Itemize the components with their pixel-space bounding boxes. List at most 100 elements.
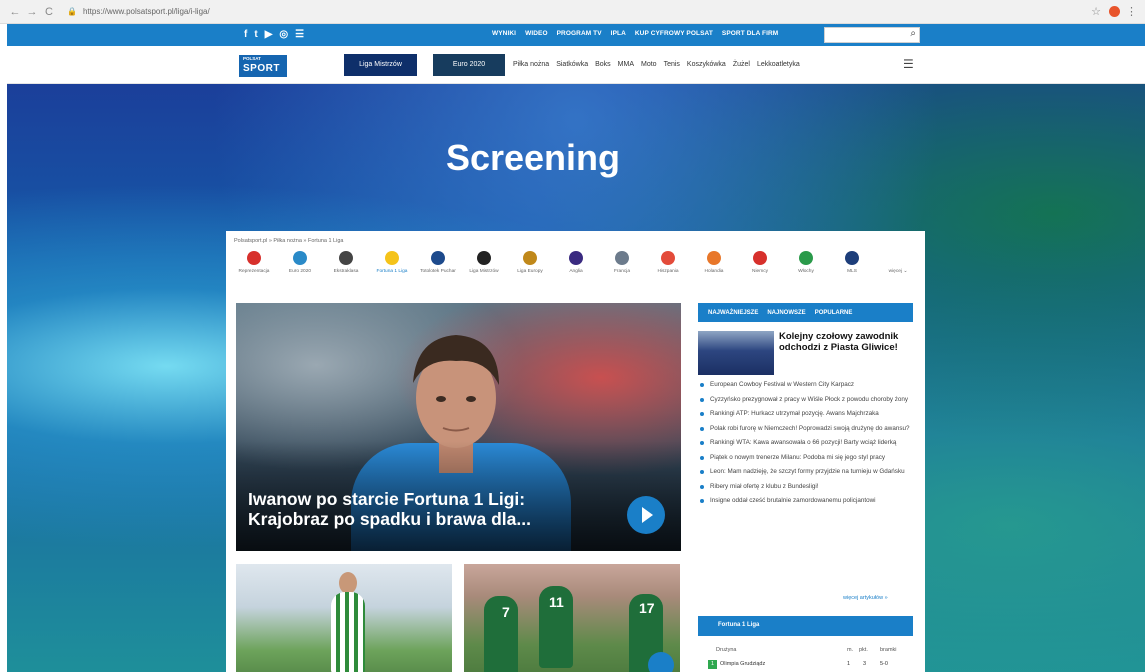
league-logo-icon bbox=[845, 251, 859, 265]
more-articles-link[interactable]: więcej artykułów » bbox=[843, 595, 888, 601]
news-headline[interactable]: Polak robi furorę w Niemczech! Poprowadz… bbox=[710, 425, 910, 432]
league-item[interactable]: Holandia bbox=[694, 251, 734, 285]
page-preview-panel: Polsatsport.pl » Piłka nożna » Fortuna 1… bbox=[226, 231, 925, 672]
column-points: pkt. bbox=[859, 647, 868, 653]
league-nav: Reprezentacja Euro 2020 Ekstraklasa Fortuna… bbox=[234, 251, 918, 285]
hero-headline: Screening bbox=[445, 137, 621, 178]
league-item[interactable]: Liga Europy bbox=[510, 251, 550, 285]
featured-article-title[interactable]: Kolejny czołowy zawodnik odchodzi z Pias… bbox=[779, 331, 909, 353]
hamburger-menu-icon[interactable]: ☰ bbox=[903, 57, 914, 71]
news-headline[interactable]: Rankingi WTA: Kawa awansowała o 66 pozyc… bbox=[710, 439, 896, 446]
facebook-icon[interactable]: f bbox=[244, 28, 247, 42]
news-headline[interactable]: Piątek o nowym trenerze Milanu: Podoba m… bbox=[710, 454, 885, 461]
nav-link-koszykowka[interactable]: Koszykówka bbox=[687, 61, 726, 68]
list-item[interactable]: Polak robi furorę w Niemczech! Poprowadz… bbox=[698, 425, 913, 433]
news-headline[interactable]: Insigne oddał cześć brutalnie zamordowan… bbox=[710, 497, 876, 504]
bullet-icon bbox=[700, 499, 704, 503]
top-link-sport-dla-firm[interactable]: SPORT DLA FIRM bbox=[722, 30, 778, 37]
article-thumbnail[interactable]: 7 11 17 bbox=[464, 564, 680, 672]
news-headline[interactable]: Rankingi ATP: Hurkacz utrzymał pozycję. … bbox=[710, 410, 879, 417]
address-bar[interactable]: 🔒 https://www.polsatsport.pl/liga/i-liga… bbox=[67, 4, 1091, 20]
news-headline[interactable]: Cyzzyńsko prezygnował z pracy w Wiśle Pł… bbox=[710, 396, 908, 403]
league-table-title[interactable]: Fortuna 1 Liga bbox=[718, 622, 759, 628]
list-item[interactable]: Insigne oddał cześć brutalnie zamordowan… bbox=[698, 497, 913, 505]
search-input[interactable]: ⌕ bbox=[824, 27, 920, 43]
shirt-number: 17 bbox=[639, 600, 655, 616]
news-headline[interactable]: Ribery miał ofertę z klubu z Bundesligi! bbox=[710, 483, 819, 490]
play-video-icon[interactable] bbox=[627, 496, 665, 534]
tab-najnowsze[interactable]: NAJNOWSZE bbox=[767, 310, 805, 316]
euro-2020-button[interactable]: Euro 2020 bbox=[433, 54, 505, 76]
top-link-wideo[interactable]: WIDEO bbox=[525, 30, 548, 37]
league-item[interactable]: Liga Mistrzów bbox=[464, 251, 504, 285]
league-item[interactable]: Anglia bbox=[556, 251, 596, 285]
league-item[interactable]: Niemcy bbox=[740, 251, 780, 285]
bookmark-star-icon[interactable]: ☆ bbox=[1091, 5, 1101, 18]
table-row[interactable]: 1 Olimpia Grudziądz 1 3 5-0 bbox=[698, 660, 913, 672]
tab-popularne[interactable]: POPULARNE bbox=[815, 310, 853, 316]
nav-link-lekkoatletyka[interactable]: Lekkoatletyka bbox=[757, 61, 800, 68]
breadcrumb[interactable]: Polsatsport.pl » Piłka nożna » Fortuna 1… bbox=[234, 238, 343, 244]
league-item[interactable]: Włochy bbox=[786, 251, 826, 285]
league-item[interactable]: Totolotek Puchar bbox=[418, 251, 458, 285]
featured-article[interactable]: Kolejny czołowy zawodnik odchodzi z Pias… bbox=[698, 331, 913, 377]
list-item[interactable]: Rankingi ATP: Hurkacz utrzymał pozycję. … bbox=[698, 410, 913, 418]
bullet-icon bbox=[700, 426, 704, 431]
top-link-ipla[interactable]: IPLA bbox=[611, 30, 626, 37]
league-item[interactable]: więcej ⌄ bbox=[878, 251, 918, 285]
play-video-icon[interactable] bbox=[648, 652, 674, 672]
league-item[interactable]: Fortuna 1 Liga bbox=[372, 251, 412, 285]
nav-link-boks[interactable]: Boks bbox=[595, 61, 611, 68]
nav-link-tenis[interactable]: Tenis bbox=[664, 61, 680, 68]
polsat-sport-logo[interactable]: POLSAT SPORT bbox=[239, 55, 287, 77]
reload-icon[interactable]: C bbox=[42, 5, 56, 19]
bullet-icon bbox=[700, 470, 704, 474]
news-headline[interactable]: Leon: Mam nadzieję, że szczyt formy przy… bbox=[710, 468, 905, 475]
league-item[interactable]: MLS bbox=[832, 251, 872, 285]
list-item[interactable]: Ribery miał ofertę z klubu z Bundesligi! bbox=[698, 483, 913, 491]
team-name[interactable]: Olimpia Grudziądz bbox=[720, 661, 765, 667]
list-item[interactable]: Cyzzyńsko prezygnował z pracy w Wiśle Pł… bbox=[698, 396, 913, 404]
article-thumbnail[interactable] bbox=[236, 564, 452, 672]
top-link-kup-cyfrowy-polsat[interactable]: KUP CYFROWY POLSAT bbox=[635, 30, 713, 37]
nav-link-moto[interactable]: Moto bbox=[641, 61, 657, 68]
league-item[interactable]: Hiszpania bbox=[648, 251, 688, 285]
bullet-icon bbox=[700, 412, 704, 416]
league-item[interactable]: Euro 2020 bbox=[280, 251, 320, 285]
rss-icon[interactable]: ☰ bbox=[295, 28, 304, 42]
news-list: European Cowboy Festival w Western City … bbox=[698, 381, 913, 512]
league-logo-icon bbox=[339, 251, 353, 265]
list-item[interactable]: European Cowboy Festival w Western City … bbox=[698, 381, 913, 389]
team-matches: 1 bbox=[847, 661, 851, 667]
main-article-title[interactable]: Iwanow po starcie Fortuna 1 Ligi: Krajob… bbox=[248, 489, 588, 529]
league-item[interactable]: Francja bbox=[602, 251, 642, 285]
instagram-icon[interactable]: ◎ bbox=[279, 28, 288, 42]
search-icon[interactable]: ⌕ bbox=[910, 28, 916, 39]
league-label: Włochy bbox=[798, 269, 814, 274]
extension-icon[interactable] bbox=[1109, 6, 1120, 17]
nav-link-siatkowka[interactable]: Siatkówka bbox=[556, 61, 588, 68]
tab-najwazniejsze[interactable]: NAJWAŻNIEJSZE bbox=[708, 310, 758, 316]
nav-link-zuzel[interactable]: Żużel bbox=[733, 61, 750, 68]
bullet-icon bbox=[700, 455, 704, 460]
forward-icon[interactable]: → bbox=[25, 5, 39, 19]
liga-mistrzow-button[interactable]: Liga Mistrzów bbox=[344, 54, 417, 76]
league-logo-icon bbox=[753, 251, 767, 265]
nav-link-pilka-nozna[interactable]: Piłka nożna bbox=[513, 61, 549, 68]
nav-link-mma[interactable]: MMA bbox=[618, 61, 634, 68]
youtube-icon[interactable]: ▶ bbox=[265, 28, 273, 42]
league-item[interactable]: Reprezentacja bbox=[234, 251, 274, 285]
top-link-program-tv[interactable]: PROGRAM TV bbox=[557, 30, 602, 37]
list-item[interactable]: Leon: Mam nadzieję, że szczyt formy przy… bbox=[698, 468, 913, 476]
top-link-wyniki[interactable]: WYNIKI bbox=[492, 30, 516, 37]
league-label: Fortuna 1 Liga bbox=[376, 269, 408, 274]
browser-menu-icon[interactable]: ⋮ bbox=[1126, 5, 1137, 18]
list-item[interactable]: Piątek o nowym trenerze Milanu: Podoba m… bbox=[698, 454, 913, 462]
league-item[interactable]: Ekstraklasa bbox=[326, 251, 366, 285]
list-item[interactable]: Rankingi WTA: Kawa awansowała o 66 pozyc… bbox=[698, 439, 913, 447]
back-icon[interactable]: ← bbox=[8, 5, 22, 19]
twitter-icon[interactable]: t bbox=[254, 28, 257, 42]
main-article[interactable]: Iwanow po starcie Fortuna 1 Ligi: Krajob… bbox=[236, 303, 681, 551]
news-headline[interactable]: European Cowboy Festival w Western City … bbox=[710, 381, 854, 388]
nav-links: Piłka nożna Siatkówka Boks MMA Moto Teni… bbox=[513, 61, 800, 68]
